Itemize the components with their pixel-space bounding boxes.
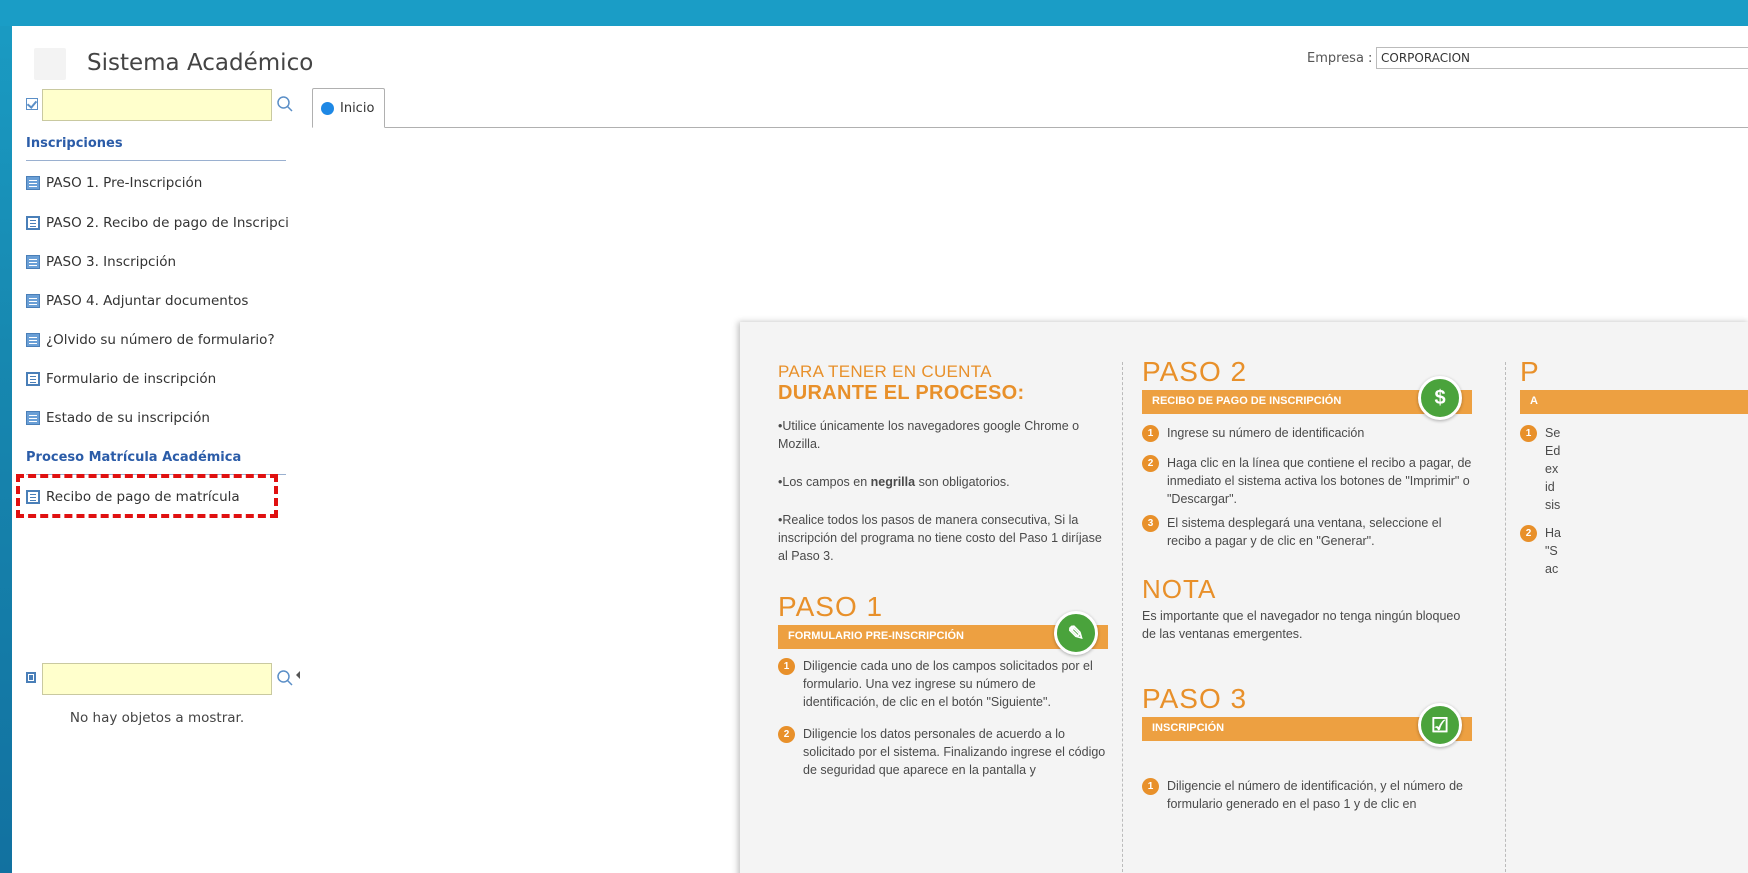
paso4-bar: A (1520, 390, 1748, 414)
empty-message: No hay objetos a mostrar. (69, 710, 245, 726)
step-number: 2 (1142, 455, 1159, 472)
paso4-title: P (1520, 356, 1540, 387)
highlight-box (16, 474, 278, 518)
step-text: Diligencie cada uno de los campos solici… (803, 659, 1093, 709)
document-icon (26, 176, 40, 190)
menu-item-paso4[interactable]: PASO 4. Adjuntar documentos (26, 282, 288, 320)
tab-bar: Inicio (312, 88, 1748, 128)
paso1-step: 1 Diligencie cada uno de los campos soli… (778, 657, 1108, 711)
document-icon (26, 255, 40, 269)
step-text: El sistema desplegará una ventana, selec… (1167, 516, 1442, 548)
step-number: 1 (1142, 778, 1159, 795)
menu-item-label: PASO 2. Recibo de pago de Inscripción (46, 215, 288, 231)
intro-title-bold: DURANTE EL PROCESO: (778, 382, 1025, 404)
checklist-icon: ☑ (1418, 703, 1462, 747)
top-band (0, 0, 1748, 26)
instructions-panel: PARA TENER EN CUENTA DURANTE EL PROCESO:… (740, 322, 1748, 873)
intro-bullet: •Utilice únicamente los navegadores goog… (778, 419, 1080, 451)
menu-item-label: Estado de su inscripción (46, 410, 210, 426)
menu-item-label: Formulario de inscripción (46, 371, 217, 387)
paso2-step: 2 Haga clic en la línea que contiene el … (1142, 454, 1472, 508)
sidebar: Inscripciones PASO 1. Pre-Inscripción PA… (12, 86, 302, 873)
menu-item-paso3[interactable]: PASO 3. Inscripción (26, 243, 288, 281)
menu-item-paso2[interactable]: PASO 2. Recibo de pago de Inscripción (26, 204, 288, 242)
menu-search-row (12, 88, 302, 122)
paso1-bar: FORMULARIO PRE-INSCRIPCIÓN ✎ (778, 611, 1108, 655)
instructions-column-2: PASO 2 RECIBO DE PAGO DE INSCRIPCIÓN $ 1… (1142, 322, 1472, 813)
company-select[interactable]: CORPORACION (1376, 47, 1748, 69)
intro-title: PARA TENER EN CUENTA (778, 362, 992, 381)
step-number: 1 (1520, 425, 1537, 442)
step-number: 3 (1142, 515, 1159, 532)
document-icon (26, 216, 40, 230)
step-text: Diligencie los datos personales de acuer… (803, 727, 1106, 777)
form-check-icon: ✎ (1054, 611, 1098, 655)
paso1-step: 2 Diligencie los datos personales de acu… (778, 725, 1108, 779)
step-number: 1 (1142, 425, 1159, 442)
search-icon[interactable] (276, 95, 294, 113)
note-text: Es importante que el navegador no tenga … (1142, 609, 1461, 641)
step-text: Se Ed ex id sis (1545, 426, 1561, 512)
menu-item-label: PASO 4. Adjuntar documentos (46, 293, 249, 309)
paso4-step: 2 Ha "S ac (1520, 524, 1748, 578)
step-text: Haga clic en la línea que contiene el re… (1167, 456, 1472, 506)
paso2-bar: RECIBO DE PAGO DE INSCRIPCIÓN $ (1142, 376, 1472, 420)
app-header: Sistema Académico Empresa : CORPORACION (12, 26, 1748, 86)
paso3-bar: INSCRIPCIÓN ☑ (1142, 703, 1472, 747)
checkbox-icon[interactable] (26, 98, 38, 110)
intro-bullet: •Los campos en negrilla son obligatorios… (778, 475, 1010, 489)
tab-status-dot-icon (321, 101, 334, 115)
menu-item-registration-form[interactable]: Formulario de inscripción (26, 360, 288, 398)
section-matricula: Proceso Matrícula Académica (26, 450, 286, 475)
app-window: Sistema Académico Empresa : CORPORACION … (12, 26, 1748, 873)
menu-search-input[interactable] (42, 89, 272, 121)
document-icon (26, 411, 40, 425)
step-text: Ingrese su número de identificación (1167, 426, 1365, 440)
column-divider (1505, 362, 1506, 873)
logo (34, 48, 66, 80)
step-number: 1 (778, 658, 795, 675)
object-search-input[interactable] (42, 663, 272, 695)
step-number: 2 (778, 726, 795, 743)
paso4-step: 1 Se Ed ex id sis (1520, 424, 1748, 514)
instructions-column-1: PARA TENER EN CUENTA DURANTE EL PROCESO:… (778, 322, 1108, 779)
menu-item-label: PASO 1. Pre-Inscripción (46, 175, 203, 191)
section-inscripciones: Inscripciones (26, 136, 286, 161)
tab-label: Inicio (340, 100, 375, 116)
menu-item-forgot-number[interactable]: ¿Olvido su número de formulario? (26, 321, 288, 359)
paso2-step: 1 Ingrese su número de identificación (1142, 424, 1472, 442)
menu-item-registration-status[interactable]: Estado de su inscripción (26, 399, 288, 437)
note-title: NOTA (1142, 574, 1217, 604)
paso2-bar-label: RECIBO DE PAGO DE INSCRIPCIÓN (1152, 395, 1342, 407)
column-divider (1122, 362, 1123, 873)
company-label: Empresa : (1307, 51, 1373, 66)
list-icon[interactable] (26, 672, 36, 683)
dollar-icon: $ (1418, 376, 1462, 420)
tab-inicio[interactable]: Inicio (312, 88, 385, 128)
search-icon[interactable] (276, 669, 294, 687)
paso3-step: 1 Diligencie el número de identificación… (1142, 777, 1472, 813)
paso2-step: 3 El sistema desplegará una ventana, sel… (1142, 514, 1472, 550)
document-icon (26, 372, 40, 386)
step-text: Diligencie el número de identificación, … (1167, 779, 1463, 811)
instructions-column-3: P A 1 Se Ed ex id sis 2 Ha "S ac (1520, 322, 1748, 578)
paso3-bar-label: INSCRIPCIÓN (1152, 722, 1225, 734)
step-text: Ha "S ac (1545, 526, 1561, 576)
menu-item-label: PASO 3. Inscripción (46, 254, 177, 270)
intro-bullet: •Realice todos los pasos de manera conse… (778, 513, 1102, 563)
app-title: Sistema Académico (87, 50, 314, 76)
document-icon (26, 333, 40, 347)
step-number: 2 (1520, 525, 1537, 542)
object-filter-row (12, 662, 302, 696)
menu-item-label: ¿Olvido su número de formulario? (46, 332, 275, 348)
menu-item-paso1[interactable]: PASO 1. Pre-Inscripción (26, 164, 288, 202)
document-icon (26, 294, 40, 308)
paso1-bar-label: FORMULARIO PRE-INSCRIPCIÓN (788, 630, 964, 642)
